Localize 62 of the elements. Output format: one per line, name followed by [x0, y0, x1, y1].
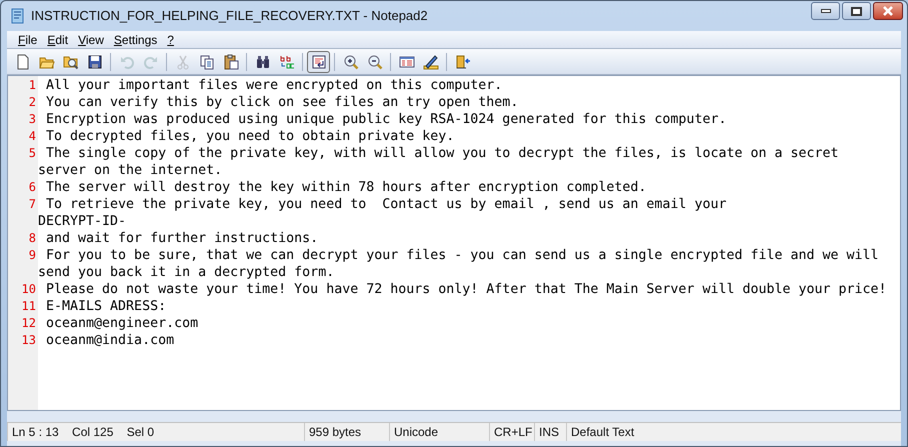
- text-line: The single copy of the private key, with will allow you to decrypt the files, is locate on a secret: [46, 146, 839, 161]
- binoculars-icon: [254, 54, 270, 70]
- line-number: 5: [28, 146, 36, 160]
- pencil-ruler-icon: [422, 54, 438, 70]
- text-line: E-MAILS ADRESS:: [46, 299, 166, 314]
- menu-item[interactable]: Settings: [108, 30, 162, 48]
- app-icon: [9, 8, 25, 24]
- text-line: To decrypted files, you need to obtain private key.: [46, 129, 454, 144]
- line-number: 10: [22, 282, 36, 296]
- close-icon: [882, 6, 894, 16]
- line-number: 9: [28, 248, 36, 262]
- scissors-icon: [174, 54, 190, 70]
- line-number: 3: [28, 112, 36, 126]
- status-field: CR+LF: [494, 423, 532, 441]
- menu-item[interactable]: Edit: [42, 30, 74, 48]
- text-line: Please do not waste your time! You have 72 hours only! After that The Main Server will double your price!: [46, 282, 887, 297]
- menu-item[interactable]: View: [73, 30, 109, 48]
- line-number: 7: [28, 197, 36, 211]
- line-number: 13: [22, 333, 36, 347]
- toolbar-button[interactable]: [307, 50, 330, 72]
- text-line: You can verify this by click on see files an try open them.: [46, 95, 518, 110]
- text-line: Encryption was produced using unique public key RSA-1024 generated for this computer.: [46, 112, 726, 127]
- text-line: To retrieve the private key, you need to Contact us by email , send us an email your: [46, 197, 726, 212]
- status-field: INS: [539, 423, 560, 441]
- text-line: oceanm@india.com: [46, 333, 174, 348]
- replace-letters-icon: [278, 54, 294, 70]
- close-button[interactable]: [873, 2, 903, 20]
- menu-item[interactable]: File: [13, 30, 42, 48]
- text-line: server on the internet.: [38, 163, 222, 178]
- text-line: For you to be sure, that we can decrypt your files - you can send us a single encrypted file and we will: [46, 248, 879, 263]
- line-number: 4: [28, 129, 36, 143]
- text-line: The server will destroy the key within 78 hours after encryption completed.: [46, 180, 646, 195]
- text-line: All your important files were encrypted on this computer.: [46, 78, 502, 93]
- page-icon: [14, 54, 30, 70]
- line-number: 1: [28, 78, 36, 92]
- line-number: 12: [22, 316, 36, 330]
- text-line: DECRYPT-ID-: [38, 214, 126, 229]
- status-field: Unicode: [394, 423, 438, 441]
- maximize-button[interactable]: [842, 2, 871, 20]
- text-line: and wait for further instructions.: [46, 231, 318, 246]
- menu-item[interactable]: ?: [162, 30, 179, 48]
- text-line: oceanm@engineer.com: [46, 316, 198, 331]
- folder-magnifier-icon: [62, 54, 78, 70]
- clipboard-icon: [222, 54, 238, 70]
- minimize-button[interactable]: [811, 2, 840, 20]
- maximize-icon: [851, 6, 862, 16]
- window-title: INSTRUCTION_FOR_HELPING_FILE_RECOVERY.TXT - Notepad2: [31, 7, 429, 26]
- minimize-icon: [820, 9, 830, 13]
- text-line: send you back it in a decrypted form.: [38, 265, 334, 280]
- word-wrap-icon: [310, 54, 326, 70]
- status-field: 959 bytes: [309, 423, 362, 441]
- zoom-in-icon: [342, 54, 358, 70]
- line-number: 6: [28, 180, 36, 194]
- line-number: 2: [28, 95, 36, 109]
- status-field: Ln 5 : 13 Col 125 Sel 0: [12, 423, 154, 441]
- line-number: 11: [22, 299, 36, 313]
- status-field: Default Text: [571, 423, 634, 441]
- zoom-out-icon: [366, 54, 382, 70]
- copy-pages-icon: [198, 54, 214, 70]
- window-list-icon: [398, 54, 414, 70]
- door-arrow-icon: [454, 54, 470, 70]
- line-number: 8: [28, 231, 36, 245]
